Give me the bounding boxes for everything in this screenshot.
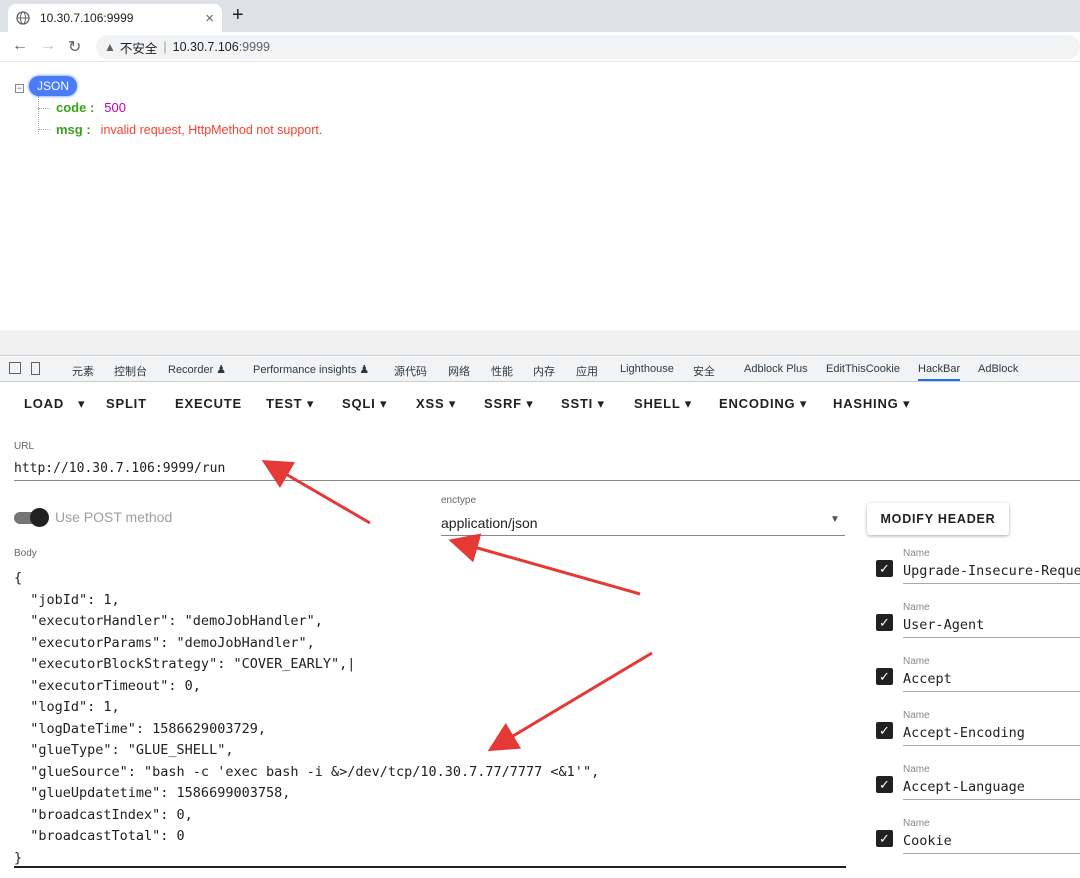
- ssrf-menu[interactable]: SSRF ▾: [484, 396, 534, 412]
- execute-button[interactable]: EXECUTE: [175, 396, 242, 411]
- json-entry-code: code : 500: [56, 100, 126, 115]
- tab-performance[interactable]: 性能: [491, 363, 513, 379]
- reload-icon[interactable]: ↻: [68, 37, 81, 57]
- json-key: code :: [56, 100, 95, 115]
- header-underline: [903, 853, 1080, 854]
- header-checkbox[interactable]: ✓: [876, 830, 893, 847]
- enctype-select[interactable]: application/json: [441, 515, 538, 531]
- json-key: msg :: [56, 122, 91, 137]
- test-menu[interactable]: TEST ▾: [266, 396, 314, 412]
- header-name-label: Name: [903, 710, 930, 721]
- tab-recorder[interactable]: Recorder ♟: [168, 363, 226, 376]
- enctype-underline: [441, 535, 845, 536]
- load-dropdown-icon[interactable]: ▾: [78, 396, 85, 412]
- header-underline: [903, 745, 1080, 746]
- address-host: 10.30.7.106: [172, 40, 239, 54]
- tab-adblock[interactable]: AdBlock: [978, 363, 1018, 375]
- shell-menu[interactable]: SHELL ▾: [634, 396, 692, 412]
- collapse-icon[interactable]: −: [15, 84, 24, 93]
- header-checkbox[interactable]: ✓: [876, 776, 893, 793]
- header-name-input[interactable]: User-Agent: [903, 617, 1080, 633]
- tab-title: 10.30.7.106:9999: [40, 11, 134, 25]
- header-name-input[interactable]: Accept-Encoding: [903, 725, 1080, 741]
- header-checkbox[interactable]: ✓: [876, 560, 893, 577]
- tab-elements[interactable]: 元素: [72, 363, 94, 379]
- tab-performance-insights[interactable]: Performance insights ♟: [253, 363, 369, 376]
- warning-icon: ▲: [104, 40, 116, 54]
- tab-lighthouse[interactable]: Lighthouse: [620, 363, 674, 375]
- dropdown-caret-icon[interactable]: ▼: [830, 514, 840, 525]
- device-toggle-icon[interactable]: [31, 362, 40, 375]
- devtools-tab-bar: 元素 控制台 Recorder ♟ Performance insights ♟…: [0, 357, 1080, 382]
- header-underline: [903, 637, 1080, 638]
- tab-memory[interactable]: 内存: [533, 363, 555, 379]
- xss-menu[interactable]: XSS ▾: [416, 396, 456, 412]
- header-underline: [903, 799, 1080, 800]
- body-textarea[interactable]: { "jobId": 1, "executorHandler": "demoJo…: [14, 568, 599, 869]
- json-badge[interactable]: JSON: [29, 76, 78, 96]
- json-viewer: − JSON code : 500 msg : invalid request, H…: [0, 62, 1080, 330]
- split-button[interactable]: SPLIT: [106, 396, 147, 411]
- address-port: :9999: [238, 40, 270, 54]
- load-button[interactable]: LOAD: [24, 396, 64, 411]
- json-entry-msg: msg : invalid request, HttpMethod not sup…: [56, 122, 322, 137]
- body-underline: [14, 866, 846, 868]
- body-label: Body: [14, 548, 37, 559]
- header-checkbox[interactable]: ✓: [876, 614, 893, 631]
- browser-tab[interactable]: 10.30.7.106:9999 ×: [8, 4, 222, 32]
- tab-adblock-plus[interactable]: Adblock Plus: [744, 363, 808, 375]
- header-underline: [903, 691, 1080, 692]
- globe-icon: [16, 11, 30, 25]
- tab-sources[interactable]: 源代码: [394, 363, 427, 379]
- header-name-input[interactable]: Accept-Language: [903, 779, 1080, 795]
- header-name-label: Name: [903, 656, 930, 667]
- devtools-resizer[interactable]: [0, 330, 1080, 356]
- tree-line: [38, 108, 50, 109]
- post-toggle-thumb[interactable]: [30, 508, 49, 527]
- address-separator: |: [163, 40, 167, 54]
- browser-toolbar: ← → ↻ ▲ 不安全 | 10.30.7.106 :9999: [0, 32, 1080, 62]
- json-value: invalid request, HttpMethod not support.: [100, 123, 323, 137]
- header-name-input[interactable]: Cookie: [903, 833, 1080, 849]
- header-checkbox[interactable]: ✓: [876, 668, 893, 685]
- forward-arrow-icon[interactable]: →: [40, 37, 56, 55]
- tab-strip: 10.30.7.106:9999 × +: [0, 0, 1080, 32]
- tab-security[interactable]: 安全: [693, 363, 715, 379]
- new-tab-button[interactable]: +: [232, 4, 244, 27]
- hackbar-menu: LOAD ▾ SPLIT EXECUTE TEST ▾ SQLI ▾ XSS ▾…: [0, 382, 1080, 426]
- hashing-menu[interactable]: HASHING ▾: [833, 396, 910, 412]
- tab-console[interactable]: 控制台: [114, 363, 147, 379]
- address-bar[interactable]: ▲ 不安全 | 10.30.7.106 :9999: [96, 35, 1080, 59]
- close-icon[interactable]: ×: [205, 10, 214, 27]
- tab-network[interactable]: 网络: [448, 363, 470, 379]
- header-name-input[interactable]: Accept: [903, 671, 1080, 687]
- sqli-menu[interactable]: SQLI ▾: [342, 396, 387, 412]
- url-input[interactable]: http://10.30.7.106:9999/run: [14, 461, 225, 476]
- tab-editthiscookie[interactable]: EditThisCookie: [826, 363, 900, 375]
- post-toggle-label: Use POST method: [55, 509, 173, 525]
- url-underline: [14, 480, 1080, 481]
- modify-header-button[interactable]: MODIFY HEADER: [867, 503, 1009, 535]
- ssti-menu[interactable]: SSTI ▾: [561, 396, 605, 412]
- header-name-input[interactable]: Upgrade-Insecure-Requests: [903, 563, 1080, 579]
- tab-application[interactable]: 应用: [576, 363, 598, 379]
- encoding-menu[interactable]: ENCODING ▾: [719, 396, 807, 412]
- enctype-label: enctype: [441, 495, 477, 506]
- arrow-to-url: [261, 459, 371, 525]
- header-name-label: Name: [903, 818, 930, 829]
- security-label: 不安全: [119, 41, 158, 56]
- header-name-label: Name: [903, 548, 930, 559]
- header-name-label: Name: [903, 764, 930, 775]
- url-label: URL: [14, 441, 35, 452]
- tree-line: [38, 129, 50, 130]
- back-arrow-icon[interactable]: ←: [12, 37, 28, 55]
- inspect-icon[interactable]: [9, 362, 21, 374]
- header-underline: [903, 583, 1080, 584]
- json-value: 500: [104, 100, 126, 115]
- tab-hackbar[interactable]: HackBar: [918, 363, 961, 381]
- header-checkbox[interactable]: ✓: [876, 722, 893, 739]
- header-name-label: Name: [903, 602, 930, 613]
